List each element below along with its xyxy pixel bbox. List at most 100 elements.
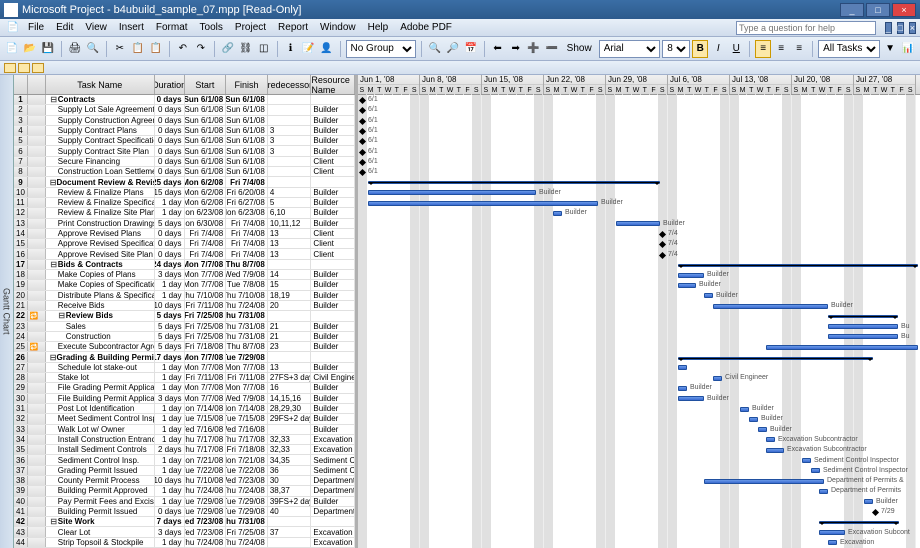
minimize-button[interactable]: _ <box>840 3 864 17</box>
task-row[interactable]: 5 Supply Contract Specifications 0 days … <box>14 136 355 146</box>
task-bar[interactable] <box>713 304 828 309</box>
preview-icon[interactable]: 🔍 <box>85 40 101 58</box>
task-bar[interactable] <box>749 417 758 422</box>
font-select[interactable]: Arial <box>599 40 661 58</box>
menu-project[interactable]: Project <box>229 22 272 33</box>
task-row[interactable]: 32 Meet Sediment Control Inspector 1 day… <box>14 414 355 424</box>
task-bar[interactable] <box>678 365 687 370</box>
task-row[interactable]: 40 Pay Permit Fees and Excise Taxes 1 da… <box>14 497 355 507</box>
pdf-icon-3[interactable] <box>32 63 44 73</box>
task-row[interactable]: 44 Strip Topsoil & Stockpile 1 day Thu 7… <box>14 538 355 548</box>
milestone[interactable] <box>359 138 366 145</box>
unlink-icon[interactable]: ⛓ <box>238 40 254 58</box>
task-row[interactable]: 37 Grading Permit Issued 1 day Tue 7/22/… <box>14 466 355 476</box>
milestone[interactable] <box>359 128 366 135</box>
menu-tools[interactable]: Tools <box>194 22 229 33</box>
view-bar[interactable]: Gantt Chart <box>0 75 14 548</box>
gantt-body[interactable]: 6/16/16/16/16/16/16/16/1BuilderBuilderBu… <box>358 95 920 548</box>
doc-close[interactable]: × <box>909 22 916 34</box>
task-row[interactable]: 2 Supply Lot Sale Agreement 0 days Sun 6… <box>14 105 355 115</box>
task-bar[interactable] <box>740 407 749 412</box>
info-icon[interactable]: ℹ <box>283 40 299 58</box>
show-outline-icon[interactable]: ➕ <box>526 40 542 58</box>
menu-view[interactable]: View <box>79 22 113 33</box>
open-icon[interactable]: 📂 <box>22 40 38 58</box>
task-bar[interactable] <box>828 334 898 339</box>
milestone[interactable] <box>359 118 366 125</box>
task-bar[interactable] <box>678 396 704 401</box>
bold-icon[interactable]: B <box>692 40 708 58</box>
task-bar[interactable] <box>678 386 687 391</box>
task-bar[interactable] <box>828 324 898 329</box>
milestone[interactable] <box>659 251 666 258</box>
task-row[interactable]: 3 Supply Construction Agreement 0 days S… <box>14 116 355 126</box>
menu-window[interactable]: Window <box>314 22 362 33</box>
task-row[interactable]: 25 🔁 Execute Subcontractor Agreements 5 … <box>14 342 355 352</box>
task-row[interactable]: 16 Approve Revised Site Plan 0 days Fri … <box>14 249 355 259</box>
task-bar[interactable] <box>368 201 598 206</box>
pdf-icon-2[interactable] <box>18 63 30 73</box>
task-row[interactable]: 26 ⊟Grading & Building Permits 17 days M… <box>14 352 355 362</box>
milestone[interactable] <box>659 241 666 248</box>
summary-bar[interactable] <box>368 181 660 184</box>
task-row[interactable]: 18 Make Copies of Plans 3 days Mon 7/7/0… <box>14 270 355 280</box>
task-bar[interactable] <box>811 468 820 473</box>
summary-bar[interactable] <box>819 521 899 524</box>
notes-icon[interactable]: 📝 <box>301 40 317 58</box>
task-bar[interactable] <box>819 489 828 494</box>
task-row[interactable]: 28 Stake lot 1 day Fri 7/11/08 Fri 7/11/… <box>14 373 355 383</box>
task-bar[interactable] <box>828 540 837 545</box>
task-row[interactable]: 33 Walk Lot w/ Owner 1 day Wed 7/16/08 W… <box>14 425 355 435</box>
task-bar[interactable] <box>704 479 824 484</box>
task-row[interactable]: 10 Review & Finalize Plans 15 days Mon 6… <box>14 188 355 198</box>
cut-icon[interactable]: ✂ <box>112 40 128 58</box>
menu-file[interactable]: File <box>22 22 50 33</box>
task-bar[interactable] <box>802 458 811 463</box>
outdent-icon[interactable]: ⬅ <box>490 40 506 58</box>
task-bar[interactable] <box>678 273 704 278</box>
assign-icon[interactable]: 👤 <box>319 40 335 58</box>
undo-icon[interactable]: ↶ <box>175 40 191 58</box>
align-center-icon[interactable]: ≡ <box>773 40 789 58</box>
task-row[interactable]: 17 ⊟Bids & Contracts 24 days Mon 7/7/08 … <box>14 260 355 270</box>
split-icon[interactable]: ◫ <box>256 40 272 58</box>
milestone[interactable] <box>359 97 366 104</box>
task-row[interactable]: 24 Construction 5 days Fri 7/25/08 Thu 7… <box>14 332 355 342</box>
task-row[interactable]: 41 Building Permit Issued 0 days Tue 7/2… <box>14 507 355 517</box>
col-num[interactable] <box>14 75 28 94</box>
task-row[interactable]: 22 🔁 ⊟Review Bids 5 days Fri 7/25/08 Thu… <box>14 311 355 321</box>
task-row[interactable]: 20 Distribute Plans & Specifications 1 d… <box>14 291 355 301</box>
milestone[interactable] <box>872 509 879 516</box>
menu-format[interactable]: Format <box>150 22 194 33</box>
doc-restore[interactable]: □ <box>897 22 904 34</box>
print-icon[interactable]: 🖨 <box>67 40 83 58</box>
menu-insert[interactable]: Insert <box>113 22 150 33</box>
col-finish[interactable]: Finish <box>226 75 268 94</box>
task-row[interactable]: 6 Supply Contract Site Plan 0 days Sun 6… <box>14 146 355 156</box>
save-icon[interactable]: 💾 <box>40 40 56 58</box>
task-row[interactable]: 23 Sales 5 days Fri 7/25/08 Thu 7/31/08 … <box>14 322 355 332</box>
task-bar[interactable] <box>678 283 696 288</box>
gantt-chart[interactable]: Jun 1, '08 SMTWTFS Jun 8, '08 SMTWTFS Ju… <box>358 75 920 548</box>
menu-report[interactable]: Report <box>272 22 314 33</box>
task-row[interactable]: 42 ⊟Site Work 7 days Wed 7/23/08 Thu 7/3… <box>14 517 355 527</box>
task-row[interactable]: 43 Clear Lot 3 days Wed 7/23/08 Fri 7/25… <box>14 527 355 537</box>
zoom-out-icon[interactable]: 🔎 <box>445 40 461 58</box>
col-res[interactable]: Resource Name <box>311 75 355 94</box>
milestone[interactable] <box>359 148 366 155</box>
task-row[interactable]: 38 County Permit Process 10 days Thu 7/1… <box>14 476 355 486</box>
task-row[interactable]: 14 Approve Revised Plans 0 days Fri 7/4/… <box>14 229 355 239</box>
new-icon[interactable]: 📄 <box>4 40 20 58</box>
col-start[interactable]: Start <box>185 75 227 94</box>
task-row[interactable]: 39 Building Permit Approved 1 day Thu 7/… <box>14 486 355 496</box>
task-row[interactable]: 27 Schedule lot stake-out 1 day Mon 7/7/… <box>14 363 355 373</box>
group-select[interactable]: No Group <box>346 40 416 58</box>
align-right-icon[interactable]: ≡ <box>791 40 807 58</box>
task-row[interactable]: 35 Install Sediment Controls 2 days Thu … <box>14 445 355 455</box>
paste-icon[interactable]: 📋 <box>148 40 164 58</box>
task-row[interactable]: 11 Review & Finalize Specifications 1 da… <box>14 198 355 208</box>
maximize-button[interactable]: □ <box>866 3 890 17</box>
milestone[interactable] <box>359 107 366 114</box>
task-row[interactable]: 7 Secure Financing 0 days Sun 6/1/08 Sun… <box>14 157 355 167</box>
summary-bar[interactable] <box>828 315 898 318</box>
